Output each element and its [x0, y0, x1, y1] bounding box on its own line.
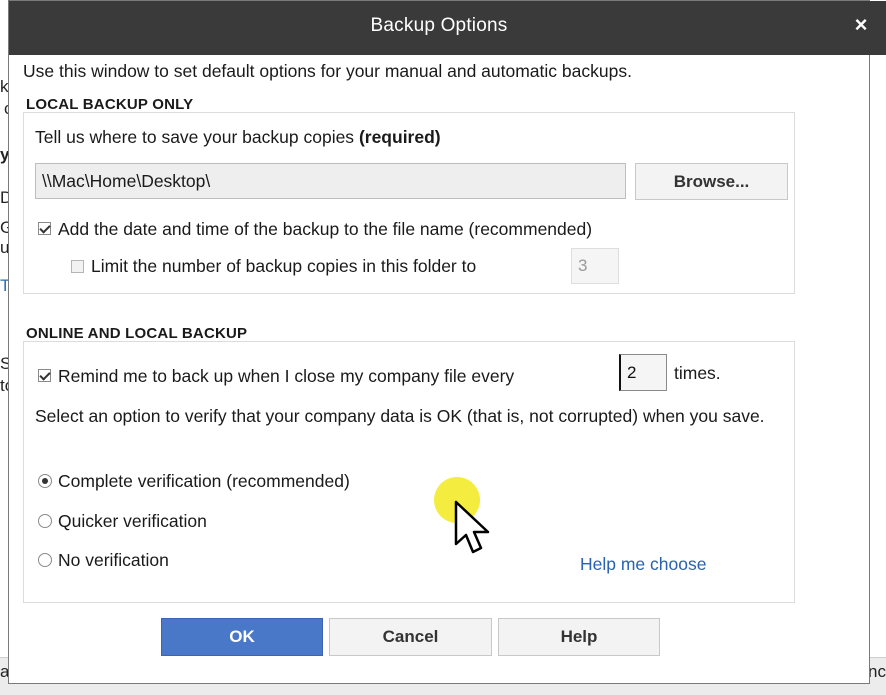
remind-count-field[interactable]	[619, 354, 667, 391]
limit-copies-label: Limit the number of backup copies in thi…	[91, 256, 477, 276]
background-text-fragment: nc	[868, 662, 886, 681]
verify-description: Select an option to verify that your com…	[35, 406, 765, 426]
dialog-titlebar: Backup Options ×	[9, 1, 886, 55]
limit-copies-field[interactable]	[571, 248, 619, 284]
location-label-text: Tell us where to save your backup copies	[35, 127, 355, 147]
browse-button[interactable]: Browse...	[635, 163, 788, 200]
limit-copies-checkbox[interactable]	[71, 260, 84, 273]
help-me-choose-link[interactable]: Help me choose	[580, 554, 706, 575]
quicker-verification-radio[interactable]	[38, 514, 52, 528]
cancel-button[interactable]: Cancel	[329, 618, 492, 656]
close-icon[interactable]: ×	[849, 13, 873, 37]
complete-verification-label: Complete verification (recommended)	[58, 471, 350, 491]
required-marker: (required)	[358, 127, 441, 147]
help-button[interactable]: Help	[498, 618, 660, 656]
complete-verification-radio[interactable]	[38, 474, 52, 488]
remind-label: Remind me to back up when I close my com…	[58, 366, 515, 386]
remind-suffix: times.	[674, 363, 721, 383]
backup-options-dialog: Backup Options × Use this window to set …	[8, 0, 886, 684]
location-label: Tell us where to save your backup copies…	[35, 127, 441, 148]
add-date-checkbox[interactable]	[38, 222, 51, 235]
ok-button[interactable]: OK	[161, 618, 323, 656]
remind-checkbox[interactable]	[38, 369, 51, 382]
local-backup-heading: LOCAL BACKUP ONLY	[26, 96, 194, 113]
add-date-label: Add the date and time of the backup to t…	[58, 219, 593, 239]
quicker-verification-label: Quicker verification	[58, 511, 207, 531]
no-verification-label: No verification	[58, 550, 169, 570]
intro-text: Use this window to set default options f…	[23, 61, 632, 81]
dialog-title: Backup Options	[370, 15, 508, 36]
mouse-pointer-icon	[454, 500, 490, 554]
online-backup-heading: ONLINE AND LOCAL BACKUP	[26, 325, 248, 342]
backup-path-field[interactable]	[35, 163, 626, 199]
no-verification-radio[interactable]	[38, 553, 52, 567]
